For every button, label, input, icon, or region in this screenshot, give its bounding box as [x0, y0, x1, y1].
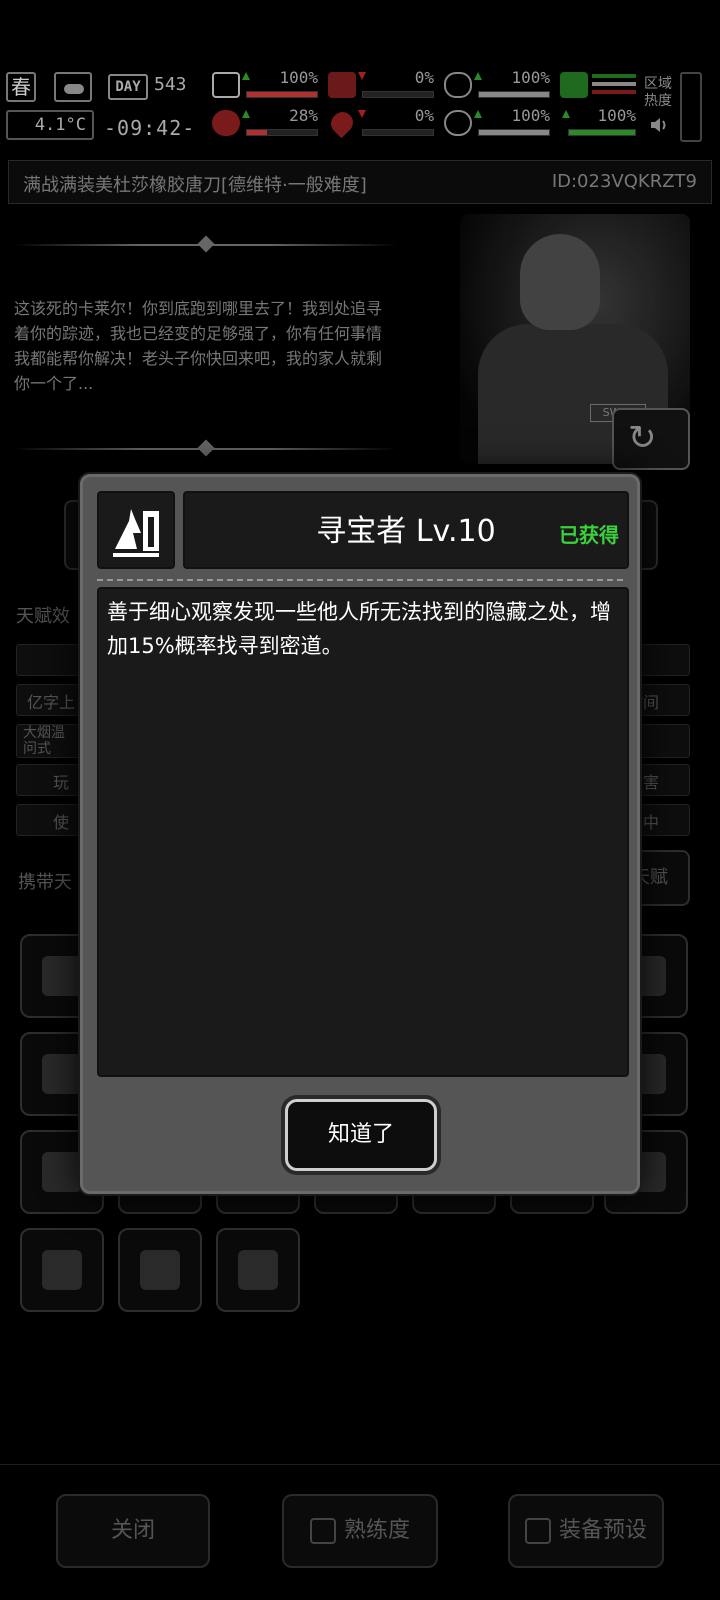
proficiency-label: 熟练度 [343, 1518, 410, 1543]
health-value: 100% [279, 68, 318, 87]
boot-icon [560, 72, 588, 98]
blood-drop-icon [326, 107, 358, 139]
blood-stat[interactable]: 0% [326, 106, 438, 139]
blood-value: 0% [414, 106, 434, 125]
proficiency-icon [309, 1518, 336, 1544]
trend-down-icon [358, 72, 366, 80]
talent-slot[interactable] [20, 1228, 104, 1312]
player-id: ID:023VQKRZT9 [551, 171, 697, 192]
trend-up-icon [242, 110, 250, 118]
stamina-value: 100% [597, 106, 636, 125]
talent-slot[interactable] [118, 1228, 202, 1312]
stamina-bar [568, 129, 636, 136]
treasure-hunter-talent-icon [97, 491, 175, 569]
close-button[interactable]: 关闭 [56, 1494, 210, 1568]
title-bar: 满战满装美杜莎橡胶唐刀[德维特·一般难度] ID:023VQKRZT9 [8, 160, 712, 204]
talent-header: 寻宝者 Lv.10 已获得 [183, 491, 629, 569]
acquired-status: 已获得 [559, 523, 619, 547]
mood-bar-fill [479, 130, 549, 135]
health-stat[interactable]: 100% [212, 68, 322, 100]
green-stripe [592, 74, 636, 78]
stamina-bar-fill [569, 130, 635, 135]
row-left: 使 [53, 813, 70, 832]
change-outfit-button[interactable] [612, 408, 690, 470]
portrait-head [520, 234, 600, 330]
acknowledge-button[interactable]: 知道了 [285, 1099, 437, 1171]
mood-bar [478, 129, 550, 136]
red-stripe [592, 90, 636, 94]
armor-bar-fill [479, 92, 549, 97]
talent-description: 善于细心观察发现一些他人所无法找到的隐藏之处，增加15%概率找寻到密道。 [97, 587, 629, 1077]
ornament-divider-top [14, 235, 398, 253]
trend-down-icon [358, 110, 366, 118]
trend-up-icon [242, 72, 250, 80]
stomach-stat[interactable]: 0% [328, 68, 438, 100]
row-right: 中 [642, 813, 659, 832]
temperature-readout: 4.1°C [6, 110, 94, 140]
dashed-divider [97, 579, 623, 581]
side-slot[interactable] [680, 72, 702, 142]
diamond-ornament-icon [197, 439, 215, 457]
status-hud: 春 4.1°C DAY 543 -09:42- 100% 0% 100% 28%… [0, 68, 720, 148]
first-aid-icon [212, 72, 240, 98]
stomach-bar [362, 91, 434, 98]
armor-bar [478, 91, 550, 98]
meat-icon [212, 110, 240, 136]
preset-icon [524, 1518, 551, 1544]
character-title: 满战满装美杜莎橡胶唐刀[德维特·一般难度] [23, 175, 367, 196]
cloud-weather-icon [54, 72, 92, 102]
helmet-icon [444, 72, 472, 98]
mood-value: 100% [511, 106, 550, 125]
carried-talents-label: 携带天 [18, 872, 72, 893]
heart-icon [444, 110, 472, 136]
stomach-icon [328, 72, 356, 98]
day-number: 543 [154, 74, 187, 95]
white-stripe [592, 82, 636, 86]
equipment-preset-button[interactable]: 装备预设 [508, 1494, 664, 1568]
speaker-icon[interactable] [648, 114, 670, 136]
proficiency-button[interactable]: 熟练度 [282, 1494, 438, 1568]
day-label: DAY [108, 74, 148, 100]
row-left: 大烟温 问式 [23, 725, 65, 757]
clock-readout: -09:42- [104, 116, 196, 140]
preset-label: 装备预设 [558, 1518, 647, 1543]
row-left: 亿字上 [27, 693, 76, 712]
food-bar [246, 129, 318, 136]
health-bar [246, 91, 318, 98]
talent-effect-label: 天赋效 [16, 606, 70, 627]
trend-up-icon [474, 110, 482, 118]
trend-up-icon [474, 72, 482, 80]
ornament-divider-bottom [14, 439, 398, 457]
food-bar-fill [247, 130, 267, 135]
food-value: 28% [289, 106, 318, 125]
row-left: 玩 [53, 773, 70, 792]
blood-bar [362, 129, 434, 136]
talent-slot[interactable] [216, 1228, 300, 1312]
zone-heat-label[interactable]: 区域热度 [644, 76, 678, 110]
diamond-ornament-icon [197, 235, 215, 253]
talent-detail-dialog: 寻宝者 Lv.10 已获得 善于细心观察发现一些他人所无法找到的隐藏之处，增加1… [80, 474, 640, 1194]
food-stat[interactable]: 28% [212, 106, 322, 138]
health-bar-fill [247, 92, 317, 97]
stamina-legend[interactable] [560, 70, 640, 100]
mood-stat[interactable]: 100% [444, 106, 554, 138]
stomach-value: 0% [414, 68, 434, 87]
character-story: 这该死的卡莱尔！你到底跑到哪里去了！我到处追寻着你的踪迹，我也已经变的足够强了，… [14, 299, 383, 393]
season-indicator: 春 [6, 72, 36, 102]
armor-stat[interactable]: 100% [444, 68, 554, 100]
stamina-stat[interactable]: 100% [560, 106, 640, 138]
close-label: 关闭 [110, 1518, 155, 1543]
armor-value: 100% [511, 68, 550, 87]
trend-up-icon [562, 110, 570, 118]
